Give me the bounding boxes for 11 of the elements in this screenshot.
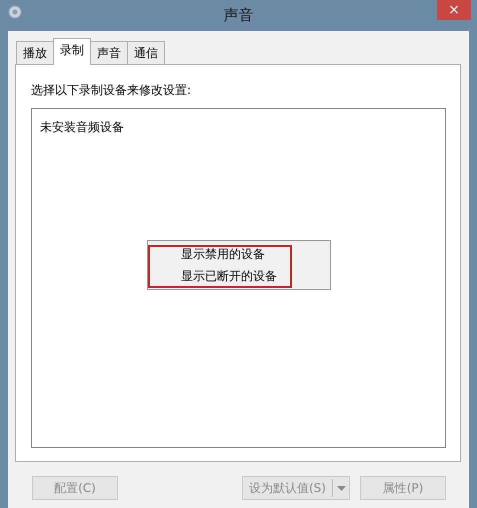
menu-item[interactable]: 显示已断开的设备 <box>148 265 330 287</box>
window-title: 声音 <box>224 6 254 25</box>
tab[interactable]: 录制 <box>53 38 91 65</box>
device-list[interactable]: 未安装音频设备 显示禁用的设备 显示已断开的设备 <box>31 108 446 448</box>
menu-item[interactable]: 显示禁用的设备 <box>148 243 330 265</box>
close-button[interactable]: × <box>437 0 471 20</box>
tab[interactable]: 声音 <box>90 41 128 64</box>
empty-list-text: 未安装音频设备 <box>40 120 124 134</box>
instruction-text: 选择以下录制设备来修改设置: <box>31 82 192 99</box>
tab[interactable]: 播放 <box>16 41 54 64</box>
tab[interactable]: 通信 <box>127 41 165 64</box>
